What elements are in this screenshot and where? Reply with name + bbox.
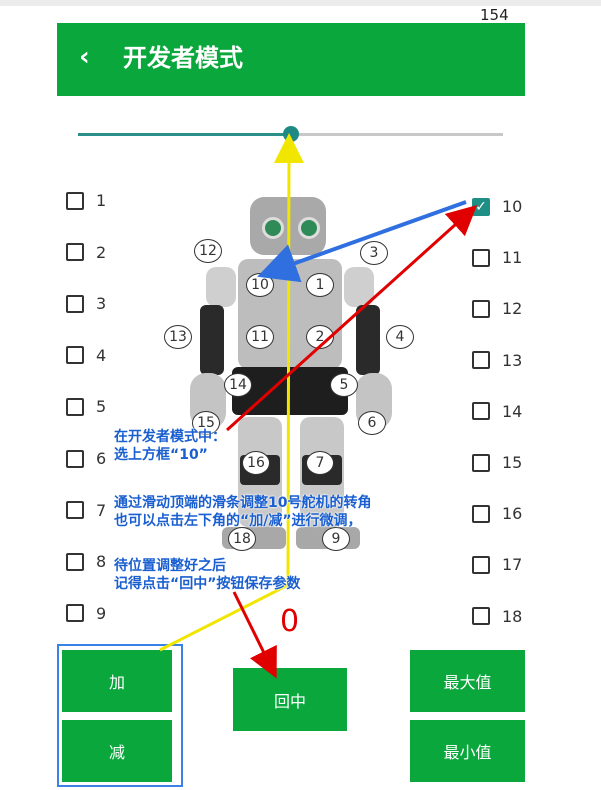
- robot-eye-right: [298, 217, 320, 239]
- min-value-button[interactable]: 最小值: [410, 720, 525, 782]
- checkbox-servo-3[interactable]: 3: [66, 294, 106, 313]
- checkbox-servo-10[interactable]: ✓ 10: [472, 197, 522, 216]
- center-button[interactable]: 回中: [233, 668, 347, 731]
- checkbox-empty-icon[interactable]: [472, 555, 490, 574]
- checkbox-label: 10: [502, 197, 523, 216]
- checkbox-empty-icon[interactable]: [66, 346, 84, 365]
- servo-badge-2: 2: [306, 325, 334, 349]
- checkbox-label: 7: [96, 500, 107, 520]
- checkbox-servo-12[interactable]: 12: [472, 299, 522, 318]
- robot-arm-right: [356, 305, 380, 375]
- servo-value-display: 0: [280, 604, 300, 639]
- checkbox-label: 5: [96, 397, 107, 417]
- checkbox-empty-icon[interactable]: [66, 191, 84, 210]
- checkbox-label: 15: [502, 453, 523, 472]
- servo-badge-18: 18: [228, 527, 256, 551]
- servo-badge-14: 14: [224, 373, 252, 397]
- checkbox-label: 13: [502, 350, 523, 370]
- servo-badge-7: 7: [306, 451, 334, 475]
- servo-badge-1: 1: [306, 273, 334, 297]
- checkbox-empty-icon[interactable]: [472, 248, 490, 267]
- servo-badge-5: 5: [330, 373, 358, 397]
- checkbox-empty-icon[interactable]: [66, 449, 84, 468]
- checkbox-empty-icon[interactable]: [472, 504, 490, 523]
- checkbox-empty-icon[interactable]: [66, 552, 84, 571]
- checkbox-label: 1: [96, 191, 107, 210]
- servo-badge-9: 9: [322, 527, 350, 551]
- checkbox-servo-16[interactable]: 16: [472, 504, 522, 523]
- checkbox-empty-icon[interactable]: [66, 397, 84, 416]
- checkbox-label: 12: [502, 299, 523, 319]
- annotation-line-3: 通过滑动顶端的滑条调整10号舵机的转角: [114, 495, 372, 511]
- back-arrow-icon[interactable]: ‹: [79, 43, 90, 71]
- app-bar: ‹ 开发者模式: [57, 23, 525, 96]
- annotation-line-4: 也可以点击左下角的“加/减”进行微调，: [114, 513, 362, 529]
- plus-minus-highlight: [57, 644, 183, 787]
- checkbox-label: 9: [96, 603, 107, 623]
- checkbox-servo-14[interactable]: 14: [472, 402, 522, 421]
- checkbox-label: 14: [502, 401, 523, 421]
- checkbox-label: 11: [502, 248, 523, 268]
- annotation-line-1: 在开发者模式中：: [114, 429, 226, 445]
- checkbox-label: 17: [502, 555, 523, 575]
- checkbox-servo-18[interactable]: 18: [472, 607, 522, 626]
- checkbox-label: 18: [502, 606, 523, 626]
- page-title: 开发者模式: [123, 44, 243, 72]
- checkbox-label: 16: [502, 504, 523, 524]
- checkbox-servo-5[interactable]: 5: [66, 397, 106, 416]
- checkbox-servo-11[interactable]: 11: [472, 248, 522, 267]
- status-time: 154: [480, 6, 509, 24]
- annotation-line-2: 选上方框“10”: [114, 447, 208, 463]
- checkbox-servo-9[interactable]: 9: [66, 604, 106, 623]
- max-value-button[interactable]: 最大值: [410, 650, 525, 712]
- checkbox-servo-17[interactable]: 17: [472, 555, 522, 574]
- servo-badge-13: 13: [164, 325, 192, 349]
- servo-badge-11: 11: [246, 325, 274, 349]
- checkbox-label: 6: [96, 449, 107, 468]
- checkbox-empty-icon[interactable]: [472, 453, 490, 472]
- checkbox-empty-icon[interactable]: [472, 351, 490, 370]
- checkbox-servo-7[interactable]: 7: [66, 501, 106, 520]
- servo-badge-10: 10: [246, 273, 274, 297]
- annotation-line-6: 记得点击“回中”按钮保存参数: [114, 576, 301, 592]
- checkbox-empty-icon[interactable]: [472, 607, 490, 626]
- servo-badge-16: 16: [242, 451, 270, 475]
- servo-badge-12: 12: [194, 239, 222, 263]
- checkbox-servo-8[interactable]: 8: [66, 552, 106, 571]
- checkbox-empty-icon[interactable]: [66, 294, 84, 313]
- checkbox-empty-icon[interactable]: [66, 604, 84, 623]
- checkbox-empty-icon[interactable]: [472, 402, 490, 421]
- checkbox-label: 8: [96, 552, 107, 572]
- servo-badge-4: 4: [386, 325, 414, 349]
- checkbox-checked-icon[interactable]: ✓: [472, 197, 490, 216]
- servo-badge-6: 6: [358, 411, 386, 435]
- robot-arm-left: [200, 305, 224, 375]
- robot-shoulder-right: [344, 267, 374, 307]
- checkbox-servo-13[interactable]: 13: [472, 351, 522, 370]
- servo-slider-fill: [78, 133, 291, 136]
- checkbox-servo-4[interactable]: 4: [66, 346, 106, 365]
- checkbox-label: 3: [96, 294, 107, 314]
- checkbox-servo-2[interactable]: 2: [66, 243, 106, 262]
- servo-badge-3: 3: [360, 241, 388, 265]
- robot-eye-left: [262, 217, 284, 239]
- servo-slider-thumb[interactable]: [282, 126, 299, 142]
- checkbox-empty-icon[interactable]: [66, 243, 84, 262]
- checkbox-empty-icon[interactable]: [66, 501, 84, 520]
- checkbox-servo-1[interactable]: 1: [66, 191, 106, 210]
- checkbox-servo-6[interactable]: 6: [66, 449, 106, 468]
- checkbox-label: 4: [96, 345, 107, 365]
- robot-shoulder-left: [206, 267, 236, 307]
- checkbox-empty-icon[interactable]: [472, 299, 490, 318]
- checkbox-servo-15[interactable]: 15: [472, 453, 522, 472]
- annotation-line-5: 待位置调整好之后: [114, 558, 226, 574]
- checkbox-label: 2: [96, 242, 107, 262]
